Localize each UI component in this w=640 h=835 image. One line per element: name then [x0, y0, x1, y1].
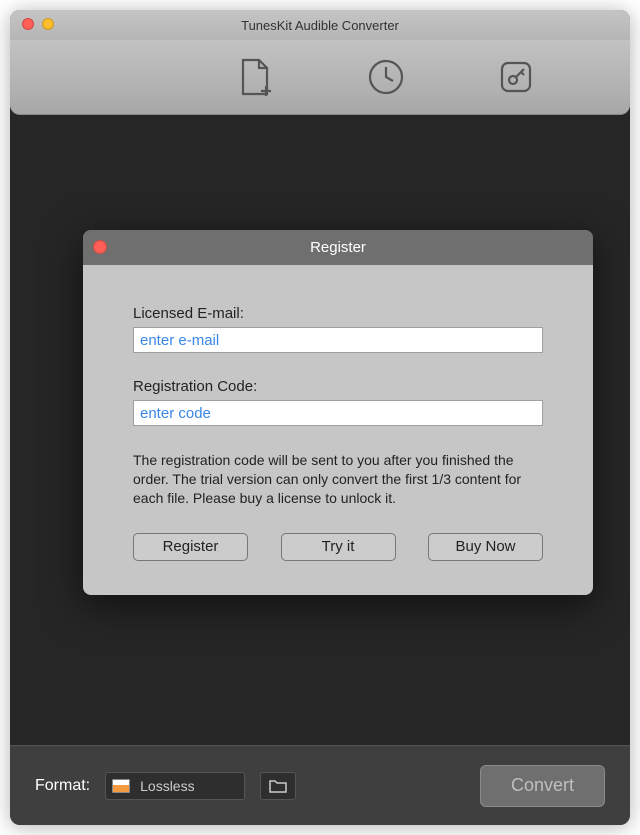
try-button[interactable]: Try it	[281, 533, 396, 561]
register-button-label: Register	[163, 538, 219, 555]
footer: Format: Lossless Convert	[10, 745, 630, 825]
output-folder-button[interactable]	[260, 772, 296, 800]
code-label: Registration Code:	[133, 378, 543, 395]
dialog-titlebar: Register	[83, 230, 593, 265]
convert-button[interactable]: Convert	[480, 765, 605, 807]
register-dialog: Register Licensed E-mail: Registration C…	[83, 230, 593, 595]
help-text: The registration code will be sent to yo…	[133, 451, 543, 508]
format-icon	[112, 779, 130, 793]
history-button[interactable]	[367, 58, 405, 96]
toolbar	[10, 40, 630, 115]
dialog-body: Licensed E-mail: Registration Code: The …	[83, 265, 593, 586]
format-select[interactable]: Lossless	[105, 772, 245, 800]
dialog-title: Register	[310, 239, 366, 256]
close-window-button[interactable]	[22, 18, 34, 30]
register-button[interactable]: Register	[133, 533, 248, 561]
dialog-buttons: Register Try it Buy Now	[133, 533, 543, 561]
buy-button-label: Buy Now	[455, 538, 515, 555]
buy-button[interactable]: Buy Now	[428, 533, 543, 561]
code-input[interactable]	[133, 400, 543, 426]
minimize-window-button[interactable]	[42, 18, 54, 30]
add-file-button[interactable]	[237, 57, 273, 97]
convert-button-label: Convert	[511, 775, 574, 796]
window-title: TunesKit Audible Converter	[10, 18, 630, 33]
register-key-button[interactable]	[499, 60, 533, 94]
try-button-label: Try it	[322, 538, 355, 555]
format-value: Lossless	[140, 778, 194, 794]
app-window: TunesKit Audible Converter	[10, 10, 630, 825]
format-label: Format:	[35, 777, 90, 795]
traffic-lights	[22, 18, 54, 30]
email-label: Licensed E-mail:	[133, 305, 543, 322]
titlebar: TunesKit Audible Converter	[10, 10, 630, 40]
email-input[interactable]	[133, 327, 543, 353]
dialog-close-button[interactable]	[93, 240, 107, 254]
